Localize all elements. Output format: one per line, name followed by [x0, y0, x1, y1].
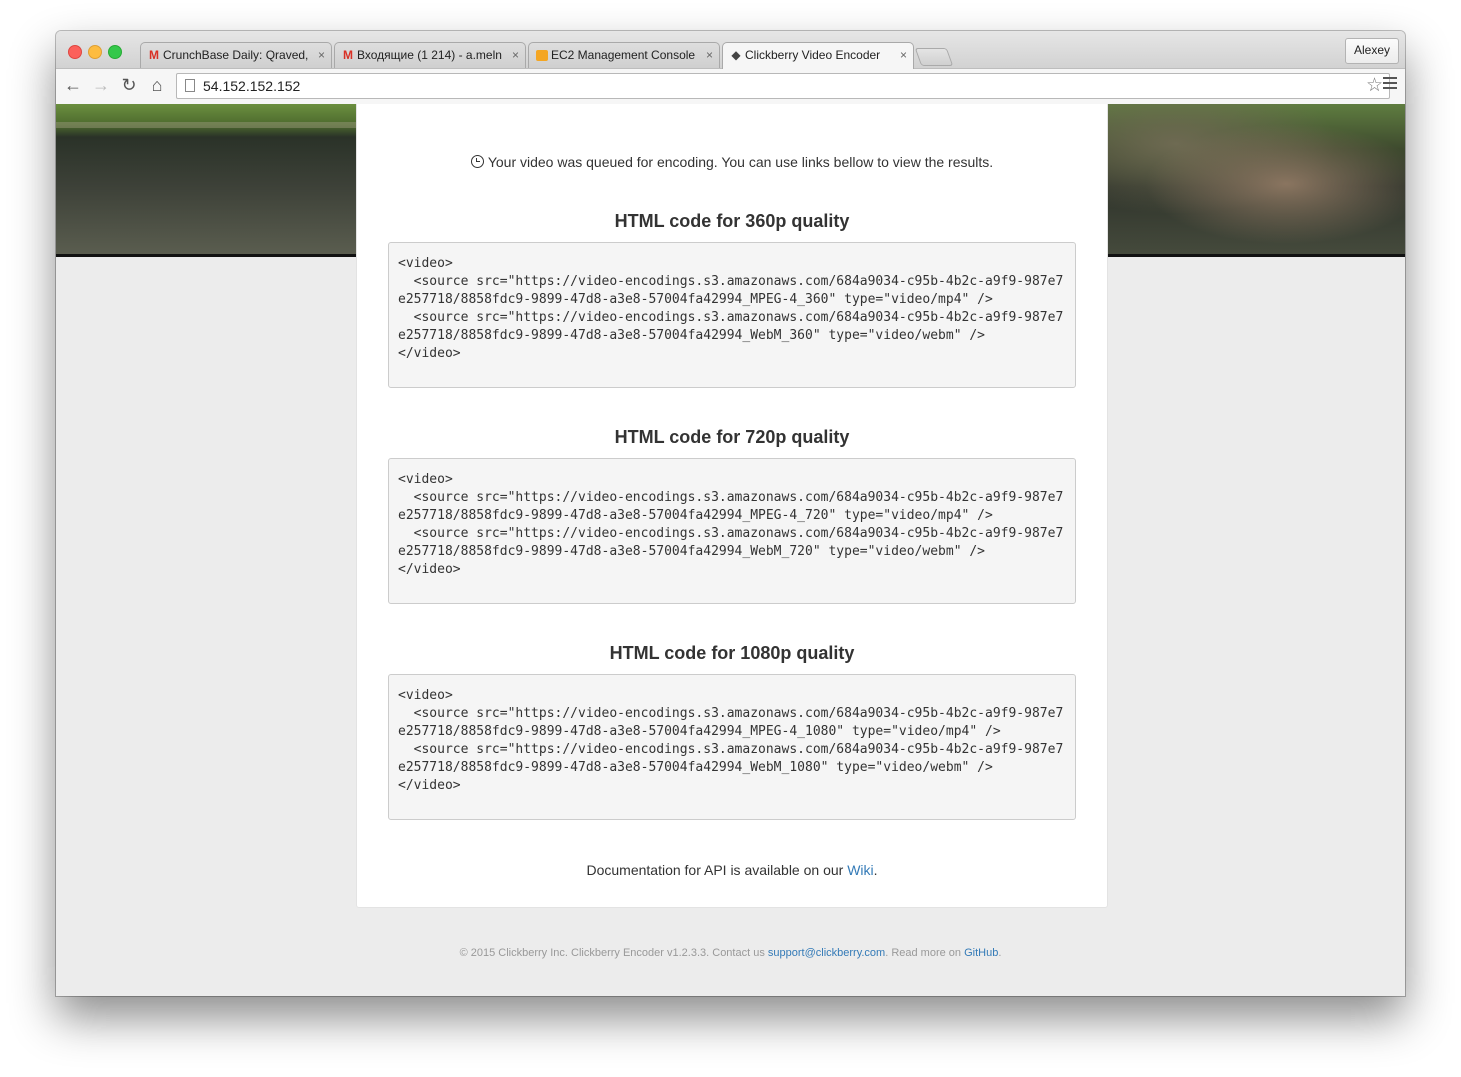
toolbar: ← → ↻ ⌂ 54.152.152.152 ☆ [56, 68, 1405, 106]
wiki-link[interactable]: Wiki [847, 862, 873, 878]
result-card: Your video was queued for encoding. You … [356, 104, 1108, 908]
docs-note: Documentation for API is available on ou… [357, 862, 1107, 878]
tab-ec2[interactable]: EC2 Management Console × [528, 42, 720, 68]
close-tab-icon[interactable]: × [512, 43, 519, 68]
new-tab-button[interactable] [914, 48, 954, 66]
gmail-icon: M [149, 48, 159, 62]
window-minimize-button[interactable] [88, 45, 102, 59]
aws-icon [536, 50, 548, 61]
code-block-360p[interactable]: <video> <source src="https://video-encod… [388, 242, 1076, 388]
tab-title: CrunchBase Daily: Qraved, [163, 48, 309, 62]
back-icon[interactable]: ← [61, 73, 85, 97]
docs-text: Documentation for API is available on ou… [586, 862, 848, 878]
tab-crunchbase[interactable]: M CrunchBase Daily: Qraved, × [140, 42, 332, 68]
gmail-icon: M [343, 48, 353, 62]
url-text[interactable]: 54.152.152.152 [203, 74, 300, 98]
tab-inbox[interactable]: M Входящие (1 214) - a.meln × [334, 42, 526, 68]
heading-360p: HTML code for 360p quality [614, 211, 850, 231]
page-content: Your video was queued for encoding. You … [56, 104, 1405, 996]
close-tab-icon[interactable]: × [318, 43, 325, 68]
tab-title: Входящие (1 214) - a.meln [357, 48, 502, 62]
heading-720p: HTML code for 720p quality [614, 427, 850, 447]
bookmark-star-icon[interactable]: ☆ [1366, 74, 1383, 98]
heading-1080p: HTML code for 1080p quality [609, 643, 855, 663]
footer-copyright: © 2015 Clickberry Inc. Clickberry Encode… [459, 947, 768, 959]
menu-icon[interactable] [1383, 77, 1397, 92]
code-block-1080p[interactable]: <video> <source src="https://video-encod… [388, 674, 1076, 820]
queued-text: Your video was queued for encoding. You … [487, 154, 994, 170]
close-tab-icon[interactable]: × [900, 43, 907, 68]
code-block-720p[interactable]: <video> <source src="https://video-encod… [388, 458, 1076, 604]
support-email-link[interactable]: support@clickberry.com [768, 947, 885, 959]
clock-icon [470, 155, 484, 168]
footer-read-more: . Read more on [885, 947, 965, 959]
tab-title: EC2 Management Console [551, 48, 696, 62]
reload-icon[interactable]: ↻ [117, 73, 141, 97]
tab-title: Clickberry Video Encoder [745, 48, 881, 62]
clickberry-icon: ◆ [731, 48, 741, 62]
tab-strip: M CrunchBase Daily: Qraved, × M Входящие… [56, 31, 1405, 69]
window-maximize-button[interactable] [108, 45, 122, 59]
tab-clickberry[interactable]: ◆ Clickberry Video Encoder × [722, 42, 914, 69]
footer-period: . [998, 947, 1002, 959]
browser-window: M CrunchBase Daily: Qraved, × M Входящие… [56, 31, 1405, 996]
profile-button[interactable]: Alexey [1344, 38, 1399, 64]
queued-message: Your video was queued for encoding. You … [357, 154, 1107, 170]
docs-period: . [873, 862, 878, 878]
window-close-button[interactable] [68, 45, 82, 59]
page-icon [185, 79, 195, 92]
close-tab-icon[interactable]: × [706, 43, 713, 68]
github-link[interactable]: GitHub [964, 947, 998, 959]
footer: © 2015 Clickberry Inc. Clickberry Encode… [56, 947, 1405, 959]
hero-shoreline [56, 122, 356, 128]
address-bar[interactable]: 54.152.152.152 ☆ [176, 73, 1390, 99]
home-icon[interactable]: ⌂ [145, 73, 169, 97]
forward-icon[interactable]: → [89, 73, 113, 97]
